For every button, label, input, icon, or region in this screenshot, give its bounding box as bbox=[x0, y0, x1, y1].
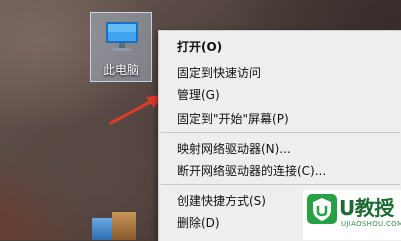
computer-monitor-icon bbox=[106, 22, 138, 51]
menu-item-manage[interactable]: 管理(G) bbox=[177, 87, 220, 103]
desktop-file-icon[interactable] bbox=[92, 218, 112, 240]
desktop-archive-icon[interactable] bbox=[112, 212, 136, 240]
menu-item-disconnect-drive[interactable]: 断开网络驱动器的连接(C)... bbox=[177, 163, 326, 179]
shield-logo-icon bbox=[307, 194, 337, 224]
watermark-url: UJIAOSHOU.COM bbox=[341, 220, 401, 228]
menu-item-pin-quick-access[interactable]: 固定到快速访问 bbox=[177, 65, 261, 81]
menu-item-map-drive[interactable]: 映射网络驱动器(N)... bbox=[177, 141, 291, 157]
menu-item-open[interactable]: 打开(O) bbox=[177, 39, 222, 55]
watermark-logo: U教授 UJIAOSHOU.COM bbox=[303, 190, 401, 240]
this-pc-desktop-icon[interactable]: 此电脑 bbox=[90, 12, 152, 82]
red-arrow-icon bbox=[109, 95, 162, 125]
watermark-name: U教授 bbox=[339, 196, 394, 220]
menu-item-pin-start[interactable]: 固定到"开始"屏幕(P) bbox=[177, 111, 289, 127]
menu-item-delete[interactable]: 删除(D) bbox=[177, 215, 220, 231]
this-pc-label: 此电脑 bbox=[102, 63, 139, 77]
menu-separator bbox=[161, 132, 400, 133]
menu-item-create-shortcut[interactable]: 创建快捷方式(S) bbox=[177, 193, 266, 209]
menu-separator bbox=[161, 184, 400, 185]
